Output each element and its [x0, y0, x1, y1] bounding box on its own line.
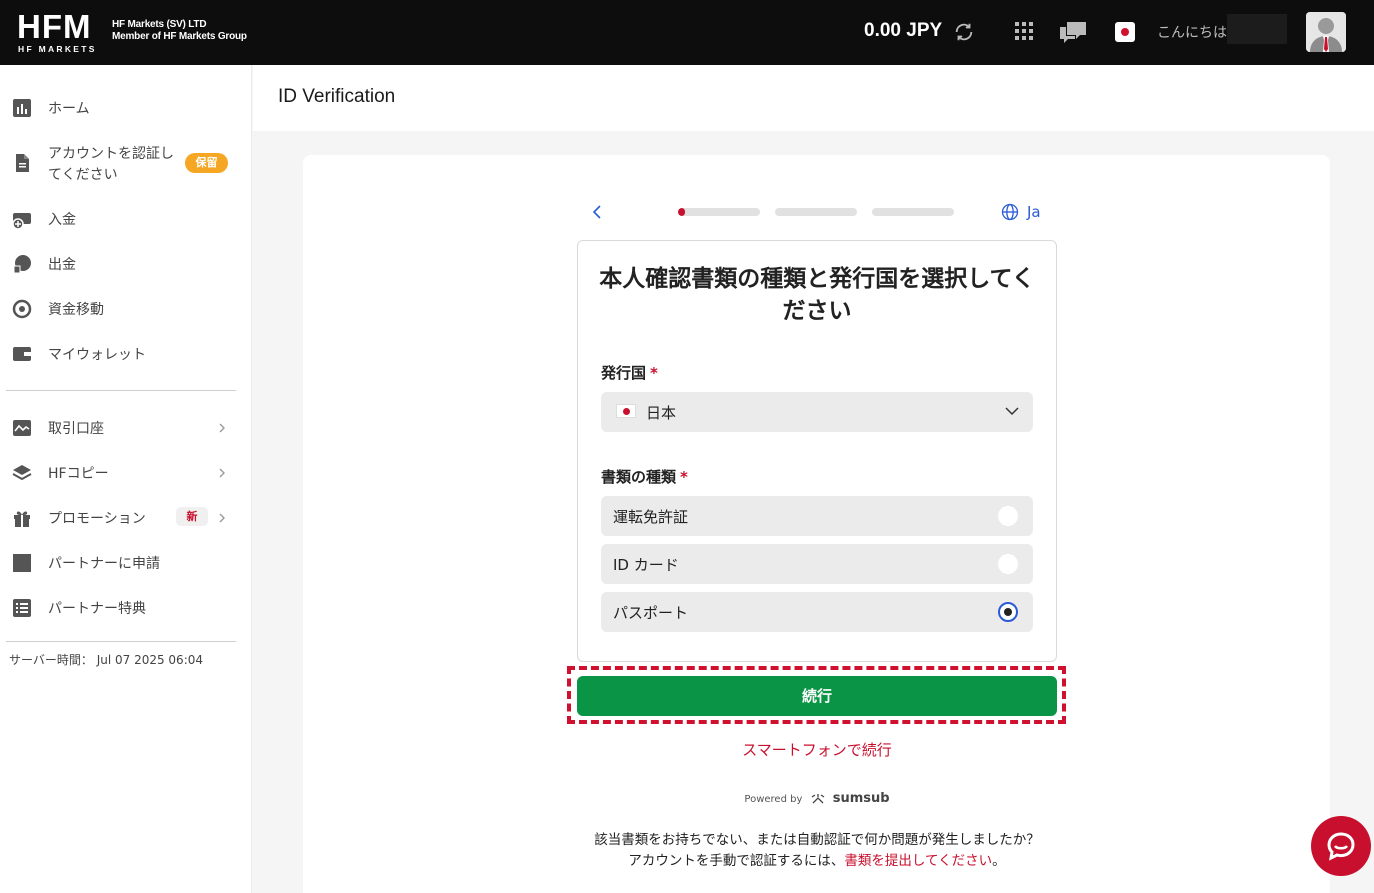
- apps-grid-icon[interactable]: [1015, 22, 1033, 40]
- sidebar-divider: [6, 641, 236, 642]
- layers-icon: [12, 465, 32, 481]
- radio-button[interactable]: [998, 554, 1018, 574]
- sidebar-item-hf-copy[interactable]: HFコピー: [0, 452, 252, 492]
- sidebar-item-partner-benefits[interactable]: パートナー特典: [0, 587, 252, 627]
- help-text-line-2: アカウントを手動で認証するには、書類を提出してください。: [540, 849, 1094, 869]
- continue-on-phone-link[interactable]: スマートフォンで続行: [577, 739, 1057, 760]
- required-mark: *: [650, 364, 658, 382]
- step-indicator-1: [678, 208, 760, 216]
- sidebar-item-deposit[interactable]: 入金: [0, 198, 252, 238]
- doc-option-drivers-license[interactable]: 運転免許証: [601, 496, 1033, 536]
- pending-badge: 保留: [185, 153, 228, 173]
- country-select[interactable]: 日本: [601, 392, 1033, 432]
- language-selector[interactable]: Ja: [1027, 203, 1041, 221]
- hfm-logo[interactable]: HFM HF MARKETS: [17, 10, 107, 54]
- logo-subtext: HF MARKETS: [18, 44, 97, 54]
- sidebar-item-label: HFコピー: [48, 466, 109, 482]
- sidebar-item-label-line2: てください: [48, 167, 118, 183]
- sumsub-logo-icon: [811, 794, 824, 804]
- sidebar-item-wallet[interactable]: マイウォレット: [0, 333, 252, 373]
- gift-icon: [14, 511, 30, 527]
- user-avatar[interactable]: [1306, 12, 1346, 52]
- chart-icon: [13, 99, 31, 117]
- logo-text: HFM: [17, 8, 92, 45]
- company-info: HF Markets (SV) LTD Member of HF Markets…: [112, 19, 247, 43]
- chevron-right-icon: [219, 423, 225, 433]
- step-progress-fill: [678, 208, 685, 216]
- sidebar-item-apply-partner[interactable]: パートナーに申請: [0, 542, 252, 582]
- required-mark: *: [680, 468, 688, 486]
- doc-option-id-card[interactable]: ID カード: [601, 544, 1033, 584]
- sumsub-brand: sumsub: [832, 791, 890, 806]
- list-icon: [13, 599, 31, 617]
- user-name-redacted: [1227, 14, 1287, 44]
- transfer-icon: [12, 299, 32, 319]
- sidebar-item-home[interactable]: ホーム: [0, 87, 252, 127]
- page-title: ID Verification: [278, 86, 396, 107]
- doc-option-label: パスポート: [613, 604, 689, 622]
- country-value: 日本: [646, 404, 677, 422]
- withdraw-icon: [13, 255, 31, 274]
- live-chat-button[interactable]: [1311, 816, 1371, 876]
- page-header: [253, 65, 1374, 131]
- country-label-text: 発行国: [601, 364, 647, 382]
- partner-icon: [13, 554, 31, 572]
- submit-documents-link[interactable]: 書類を提出してください: [844, 853, 992, 869]
- doc-option-passport[interactable]: パスポート: [601, 592, 1033, 632]
- sidebar-item-label: アカウントを認証し: [48, 146, 174, 162]
- sidebar-item-withdraw[interactable]: 出金: [0, 243, 252, 283]
- doc-type-label: 書類の種類 *: [601, 466, 688, 487]
- sidebar-divider: [6, 390, 236, 391]
- sidebar-item-label: ホーム: [48, 101, 90, 117]
- doc-type-label-text: 書類の種類: [601, 468, 677, 486]
- step-indicator-3: [872, 208, 954, 216]
- back-chevron-icon[interactable]: [591, 203, 603, 221]
- sidebar-item-promotions[interactable]: プロモーション: [0, 497, 252, 537]
- radio-button-checked[interactable]: [998, 602, 1018, 622]
- globe-icon[interactable]: [1001, 203, 1019, 221]
- sidebar-item-label: 出金: [48, 257, 76, 273]
- refresh-icon[interactable]: [953, 21, 975, 43]
- chat-bubble-icon: [1327, 832, 1355, 861]
- doc-option-label: ID カード: [613, 556, 679, 574]
- chat-icon[interactable]: [1059, 20, 1088, 44]
- top-bar: HFM HF MARKETS HF Markets (SV) LTD Membe…: [0, 0, 1374, 65]
- chevron-right-icon: [219, 513, 225, 523]
- sidebar-item-label: マイウォレット: [48, 347, 146, 363]
- chevron-down-icon: [1005, 407, 1019, 416]
- trading-icon: [13, 420, 31, 436]
- sidebar-item-trading-accounts[interactable]: 取引口座: [0, 407, 252, 447]
- sidebar-item-label: パートナー特典: [48, 601, 146, 617]
- japan-flag-icon: [616, 404, 636, 418]
- help-text-line-1: 該当書類をお持ちでない、または自動認証で何か問題が発生しましたか？: [594, 832, 1040, 848]
- language-flag-icon[interactable]: [1115, 22, 1135, 42]
- step-indicator-2: [775, 208, 857, 216]
- sidebar-item-label: パートナーに申請: [48, 556, 160, 572]
- deposit-icon: [12, 213, 31, 229]
- greeting-text: こんにちは: [1157, 25, 1227, 41]
- document-icon: [16, 154, 29, 172]
- continue-button[interactable]: 続行: [577, 676, 1057, 716]
- company-line-1: HF Markets (SV) LTD: [112, 19, 207, 30]
- balance-display: 0.00 JPY: [864, 20, 943, 41]
- powered-by: Powered by sumsub: [577, 791, 1057, 806]
- sidebar-item-label: プロモーション: [48, 511, 146, 527]
- help-text-suffix: 。: [992, 853, 1006, 869]
- chevron-right-icon: [219, 468, 225, 478]
- help-text-prefix: アカウントを手動で認証するには、: [628, 853, 845, 869]
- server-time: サーバー時間： Jul 07 2025 06:04: [9, 653, 204, 667]
- avatar-person-icon: [1306, 12, 1346, 52]
- company-line-2: Member of HF Markets Group: [112, 31, 247, 42]
- sidebar-item-label: 取引口座: [48, 421, 104, 437]
- sidebar-item-label: 資金移動: [48, 302, 104, 318]
- form-heading: 本人確認書類の種類と発行国を選択してください: [599, 266, 1035, 324]
- powered-by-text: Powered by: [744, 794, 803, 805]
- radio-button[interactable]: [998, 506, 1018, 526]
- new-badge: 新: [176, 507, 208, 526]
- sidebar-item-transfer[interactable]: 資金移動: [0, 288, 252, 328]
- country-label: 発行国 *: [601, 362, 658, 383]
- wallet-icon: [13, 347, 31, 361]
- sidebar-item-label: 入金: [48, 212, 76, 228]
- doc-option-label: 運転免許証: [613, 508, 689, 526]
